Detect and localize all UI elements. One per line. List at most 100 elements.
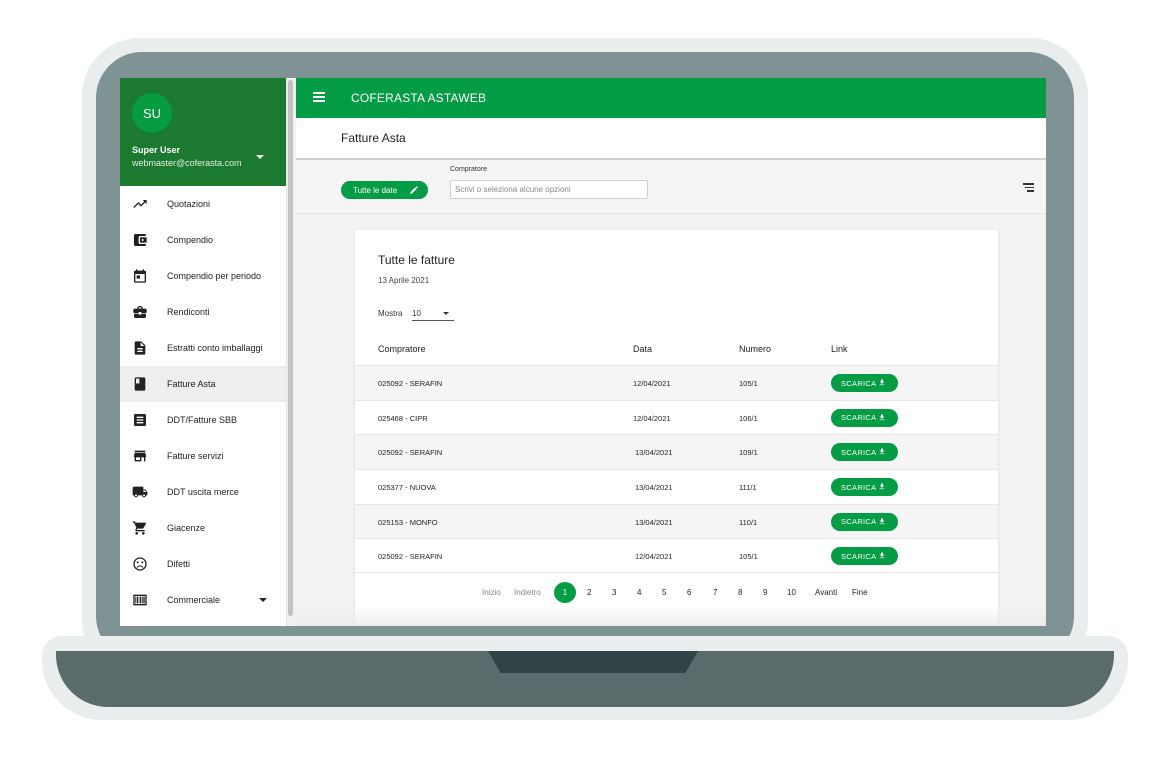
pagination-prev[interactable]: Indietro bbox=[514, 588, 541, 597]
pagination-page[interactable]: 10 bbox=[787, 588, 796, 597]
download-icon bbox=[879, 414, 885, 420]
user-name: Super User bbox=[132, 145, 181, 155]
sidebar-item-difetti[interactable]: Difetti bbox=[120, 546, 286, 582]
page-size-label: Mostra bbox=[378, 309, 403, 318]
cell-number: 105/1 bbox=[739, 379, 758, 388]
column-header-buyer[interactable]: Compratore bbox=[378, 344, 426, 354]
pagination-current-page[interactable]: 1 bbox=[554, 582, 576, 603]
pagination-page[interactable]: 5 bbox=[662, 588, 666, 597]
table-row: 025092 - SERAFIN 13/04/2021 109/1 SCARIC… bbox=[355, 434, 998, 470]
sidebar-item-fatture-asta[interactable]: Fatture Asta bbox=[120, 366, 286, 402]
app-title: COFERASTA ASTAWEB bbox=[351, 91, 487, 105]
download-icon bbox=[879, 483, 885, 490]
invoices-table: 025092 - SERAFIN 12/04/2021 105/1 SCARIC… bbox=[355, 365, 998, 574]
trending-up-icon bbox=[132, 196, 148, 212]
app-bar: COFERASTA ASTAWEB bbox=[296, 78, 1046, 118]
download-button[interactable]: SCARICA bbox=[831, 443, 898, 462]
sad-face-icon bbox=[132, 556, 148, 572]
cell-date: 13/04/2021 bbox=[635, 483, 673, 493]
sidebar-item-ddt-fatture-sbb[interactable]: DDT/Fatture SBB bbox=[120, 402, 286, 438]
cell-date: 13/04/2021 bbox=[635, 517, 673, 527]
chevron-down-icon[interactable] bbox=[259, 598, 267, 602]
sidebar-item-quotazioni[interactable]: Quotazioni bbox=[120, 186, 286, 222]
download-label: SCARICA bbox=[841, 551, 877, 561]
sidebar-item-estratti-conto-imballaggi[interactable]: Estratti conto imballaggi bbox=[120, 330, 286, 366]
document-icon bbox=[132, 340, 148, 356]
cell-number: 106/1 bbox=[739, 413, 758, 423]
sidebar-item-compendio[interactable]: Compendio bbox=[120, 222, 286, 258]
cell-date: 12/04/2021 bbox=[633, 413, 671, 423]
download-label: SCARICA bbox=[841, 482, 877, 492]
invoices-card: Tutte le fatture 13 Aprile 2021 Mostra 1… bbox=[355, 230, 998, 626]
card-title: Tutte le fatture bbox=[378, 253, 455, 267]
cell-number: 109/1 bbox=[739, 448, 758, 458]
list-icon bbox=[132, 412, 148, 428]
pagination-last[interactable]: Fine bbox=[852, 588, 868, 597]
cell-number: 111/1 bbox=[739, 483, 757, 493]
laptop-notch bbox=[488, 651, 698, 673]
pagination-next[interactable]: Avanti bbox=[815, 588, 837, 597]
pagination-page[interactable]: 6 bbox=[687, 588, 691, 597]
bottom-fade bbox=[296, 606, 1046, 626]
sidebar-item-fatture-servizi[interactable]: Fatture servizi bbox=[120, 438, 286, 474]
page-header: Fatture Asta bbox=[296, 118, 1046, 160]
column-header-date[interactable]: Data bbox=[633, 344, 652, 354]
sidebar-item-label: Quotazioni bbox=[167, 199, 211, 209]
sidebar-item-label: Rendiconti bbox=[167, 307, 210, 317]
sidebar-item-commerciale[interactable]: Commerciale bbox=[120, 582, 286, 618]
page-size-select[interactable]: 10 bbox=[412, 304, 454, 321]
column-header-number[interactable]: Numero bbox=[739, 344, 771, 354]
download-icon bbox=[879, 552, 885, 559]
chevron-down-icon[interactable] bbox=[256, 155, 264, 159]
buyer-filter-label: Compratore bbox=[450, 166, 487, 173]
download-button[interactable]: SCARICA bbox=[831, 408, 898, 427]
sidebar-item-giacenze[interactable]: Giacenze bbox=[120, 510, 286, 546]
sidebar-item-ddt-uscita-merce[interactable]: DDT uscita merce bbox=[120, 474, 286, 510]
pagination-first[interactable]: Inizio bbox=[482, 588, 501, 597]
user-panel: SU Super User webmaster@coferasta.com bbox=[120, 78, 286, 186]
calendar-icon bbox=[132, 268, 148, 284]
cell-buyer: 025153 - MONFO bbox=[378, 517, 438, 527]
sidebar: SU Super User webmaster@coferasta.com Qu… bbox=[120, 78, 286, 626]
barcode-icon bbox=[132, 592, 148, 608]
download-icon bbox=[879, 448, 885, 455]
sidebar-item-label: Fatture servizi bbox=[167, 451, 224, 461]
download-label: SCARICA bbox=[841, 447, 877, 457]
page-title: Fatture Asta bbox=[341, 131, 406, 145]
sidebar-item-compendio-per-periodo[interactable]: Compendio per periodo bbox=[120, 258, 286, 294]
download-button[interactable]: SCARICA bbox=[831, 547, 898, 566]
sidebar-item-label: Difetti bbox=[167, 559, 191, 569]
sidebar-item-label: Compendio per periodo bbox=[167, 271, 262, 281]
chevron-down-icon bbox=[443, 312, 449, 315]
cell-number: 110/1 bbox=[739, 517, 758, 527]
pagination-page[interactable]: 3 bbox=[612, 588, 616, 597]
menu-icon[interactable] bbox=[313, 92, 325, 102]
pagination-page[interactable]: 8 bbox=[738, 588, 742, 597]
download-button[interactable]: SCARICA bbox=[831, 478, 898, 497]
cell-buyer: 025092 - SERAFIN bbox=[378, 552, 443, 562]
pagination-page[interactable]: 2 bbox=[587, 588, 591, 597]
download-label: SCARICA bbox=[841, 378, 877, 388]
table-row: 025092 - SERAFIN 12/04/2021 105/1 SCARIC… bbox=[355, 538, 998, 574]
sidebar-item-rendiconti[interactable]: Rendiconti bbox=[120, 294, 286, 330]
download-button[interactable]: SCARICA bbox=[831, 512, 898, 531]
table-row: 025377 - NUOVA 13/04/2021 111/1 SCARICA bbox=[355, 469, 998, 504]
cell-date: 13/04/2021 bbox=[635, 448, 673, 458]
cell-buyer: 025092 - SERAFIN bbox=[378, 379, 443, 388]
avatar[interactable]: SU bbox=[132, 93, 172, 133]
sidebar-item-label: Compendio bbox=[167, 235, 214, 245]
download-button[interactable]: SCARICA bbox=[831, 374, 898, 392]
user-email: webmaster@coferasta.com bbox=[132, 158, 242, 168]
pagination-page[interactable]: 4 bbox=[637, 588, 641, 597]
store-icon bbox=[132, 448, 148, 464]
pagination-page[interactable]: 7 bbox=[713, 588, 717, 597]
pagination: Inizio Indietro 1 2 3 4 5 6 7 8 9 10 Ava… bbox=[355, 582, 998, 603]
sidebar-scrollbar-thumb[interactable] bbox=[288, 80, 293, 616]
column-header-link[interactable]: Link bbox=[831, 344, 848, 354]
pagination-page[interactable]: 9 bbox=[763, 588, 767, 597]
date-filter-button[interactable]: Tutte le date bbox=[341, 181, 428, 199]
buyer-filter-input[interactable] bbox=[450, 180, 648, 199]
cell-date: 12/04/2021 bbox=[633, 379, 671, 388]
sort-icon[interactable] bbox=[1023, 183, 1034, 192]
table-header: Compratore Data Numero Link bbox=[355, 340, 998, 364]
